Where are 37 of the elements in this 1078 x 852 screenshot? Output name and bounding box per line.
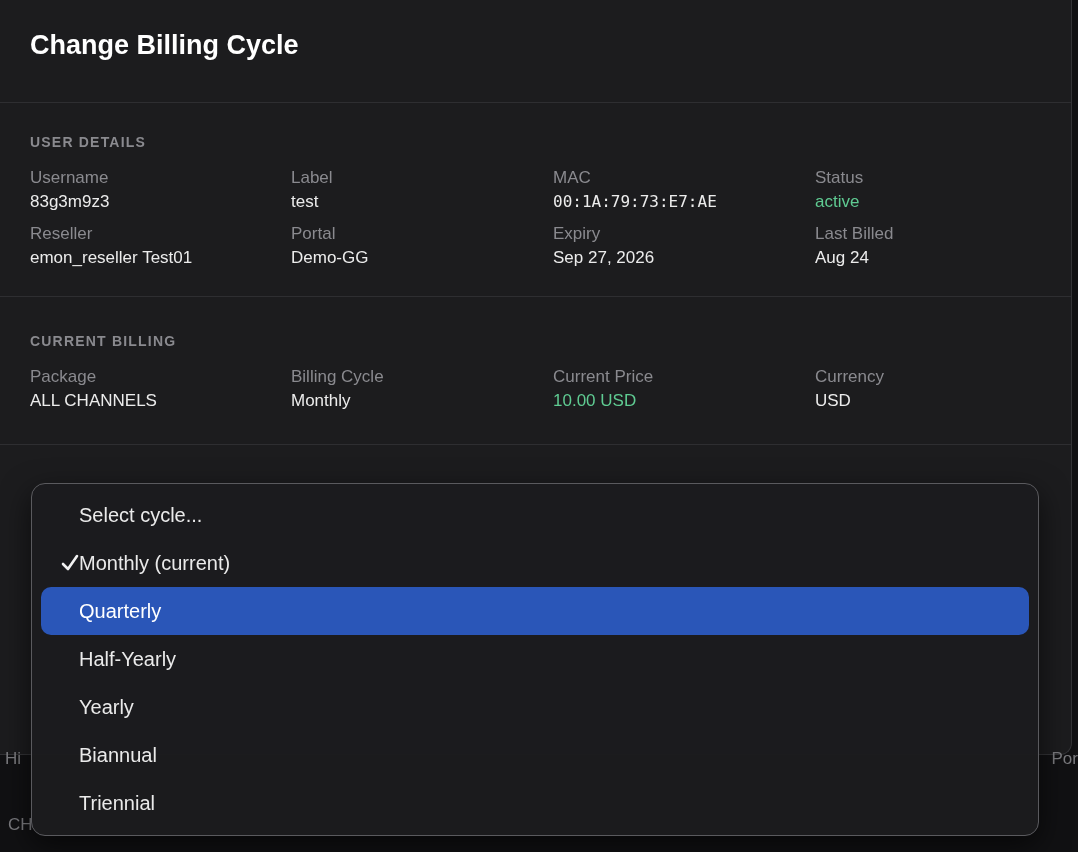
field-label: Username [30, 168, 109, 188]
field-value: ALL CHANNELS [30, 391, 157, 411]
field-label: Current Price [553, 367, 654, 387]
field-value: Demo-GG [291, 248, 369, 268]
field-label: Currency [815, 367, 884, 387]
field-value: 10.00 USD [553, 391, 637, 411]
dialog-title: Change Billing Cycle [30, 30, 299, 61]
field-value: Sep 27, 2026 [553, 248, 655, 268]
field-value: emon_reseller Test01 [30, 248, 193, 268]
background-text: CH [8, 815, 33, 834]
menu-option[interactable]: Quarterly [41, 587, 1029, 635]
field-value: 83g3m9z3 [30, 192, 110, 212]
menu-option[interactable]: Biannual [41, 731, 1029, 779]
menu-option[interactable]: Triennial [41, 779, 1029, 827]
field-value: Monthly [291, 391, 351, 411]
field-label: Status [815, 168, 864, 188]
menu-option[interactable]: Monthly (current) [41, 539, 1029, 587]
menu-option[interactable]: Half-Yearly [41, 635, 1029, 683]
background-text: Por [1051, 749, 1078, 769]
field-label: Last Billed [815, 224, 894, 244]
field-label: Package [30, 367, 97, 387]
field-label: Reseller [30, 224, 93, 244]
field-label: Expiry [553, 224, 601, 244]
field-value: 00:1A:79:73:E7:AE [553, 192, 717, 211]
section-heading: CURRENT BILLING [30, 333, 177, 349]
field-value: Aug 24 [815, 248, 869, 268]
field-label: Billing Cycle [291, 367, 384, 387]
section-heading: USER DETAILS [30, 134, 147, 150]
menu-option[interactable]: Select cycle... [41, 491, 1029, 539]
background-text: Hi [5, 749, 22, 769]
field-label: MAC [553, 168, 591, 188]
field-value: test [291, 192, 319, 212]
field-label: Portal [291, 224, 336, 244]
field-value: USD [815, 391, 851, 411]
field-label: Label [291, 168, 333, 188]
field-value: active [815, 192, 860, 212]
menu-option[interactable]: Yearly [41, 683, 1029, 731]
